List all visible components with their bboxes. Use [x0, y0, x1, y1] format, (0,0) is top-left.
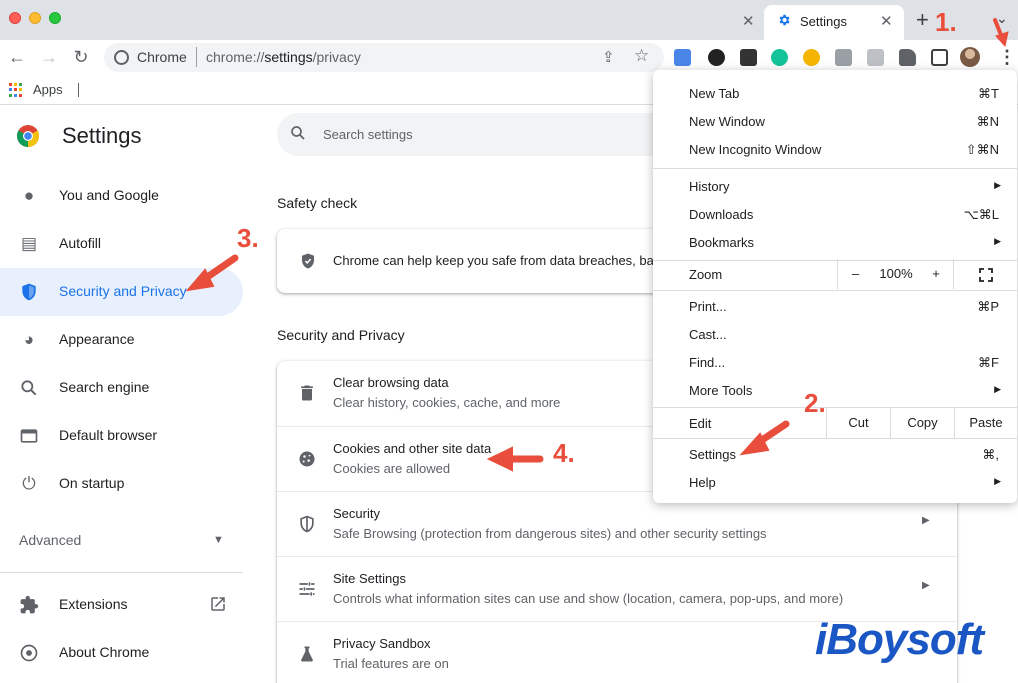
annotation-arrows	[185, 18, 1009, 472]
arrowhead-step-1	[995, 31, 1009, 48]
arrowhead-step-4	[486, 446, 513, 472]
iboysoft-watermark: iBoysoft	[815, 615, 984, 664]
